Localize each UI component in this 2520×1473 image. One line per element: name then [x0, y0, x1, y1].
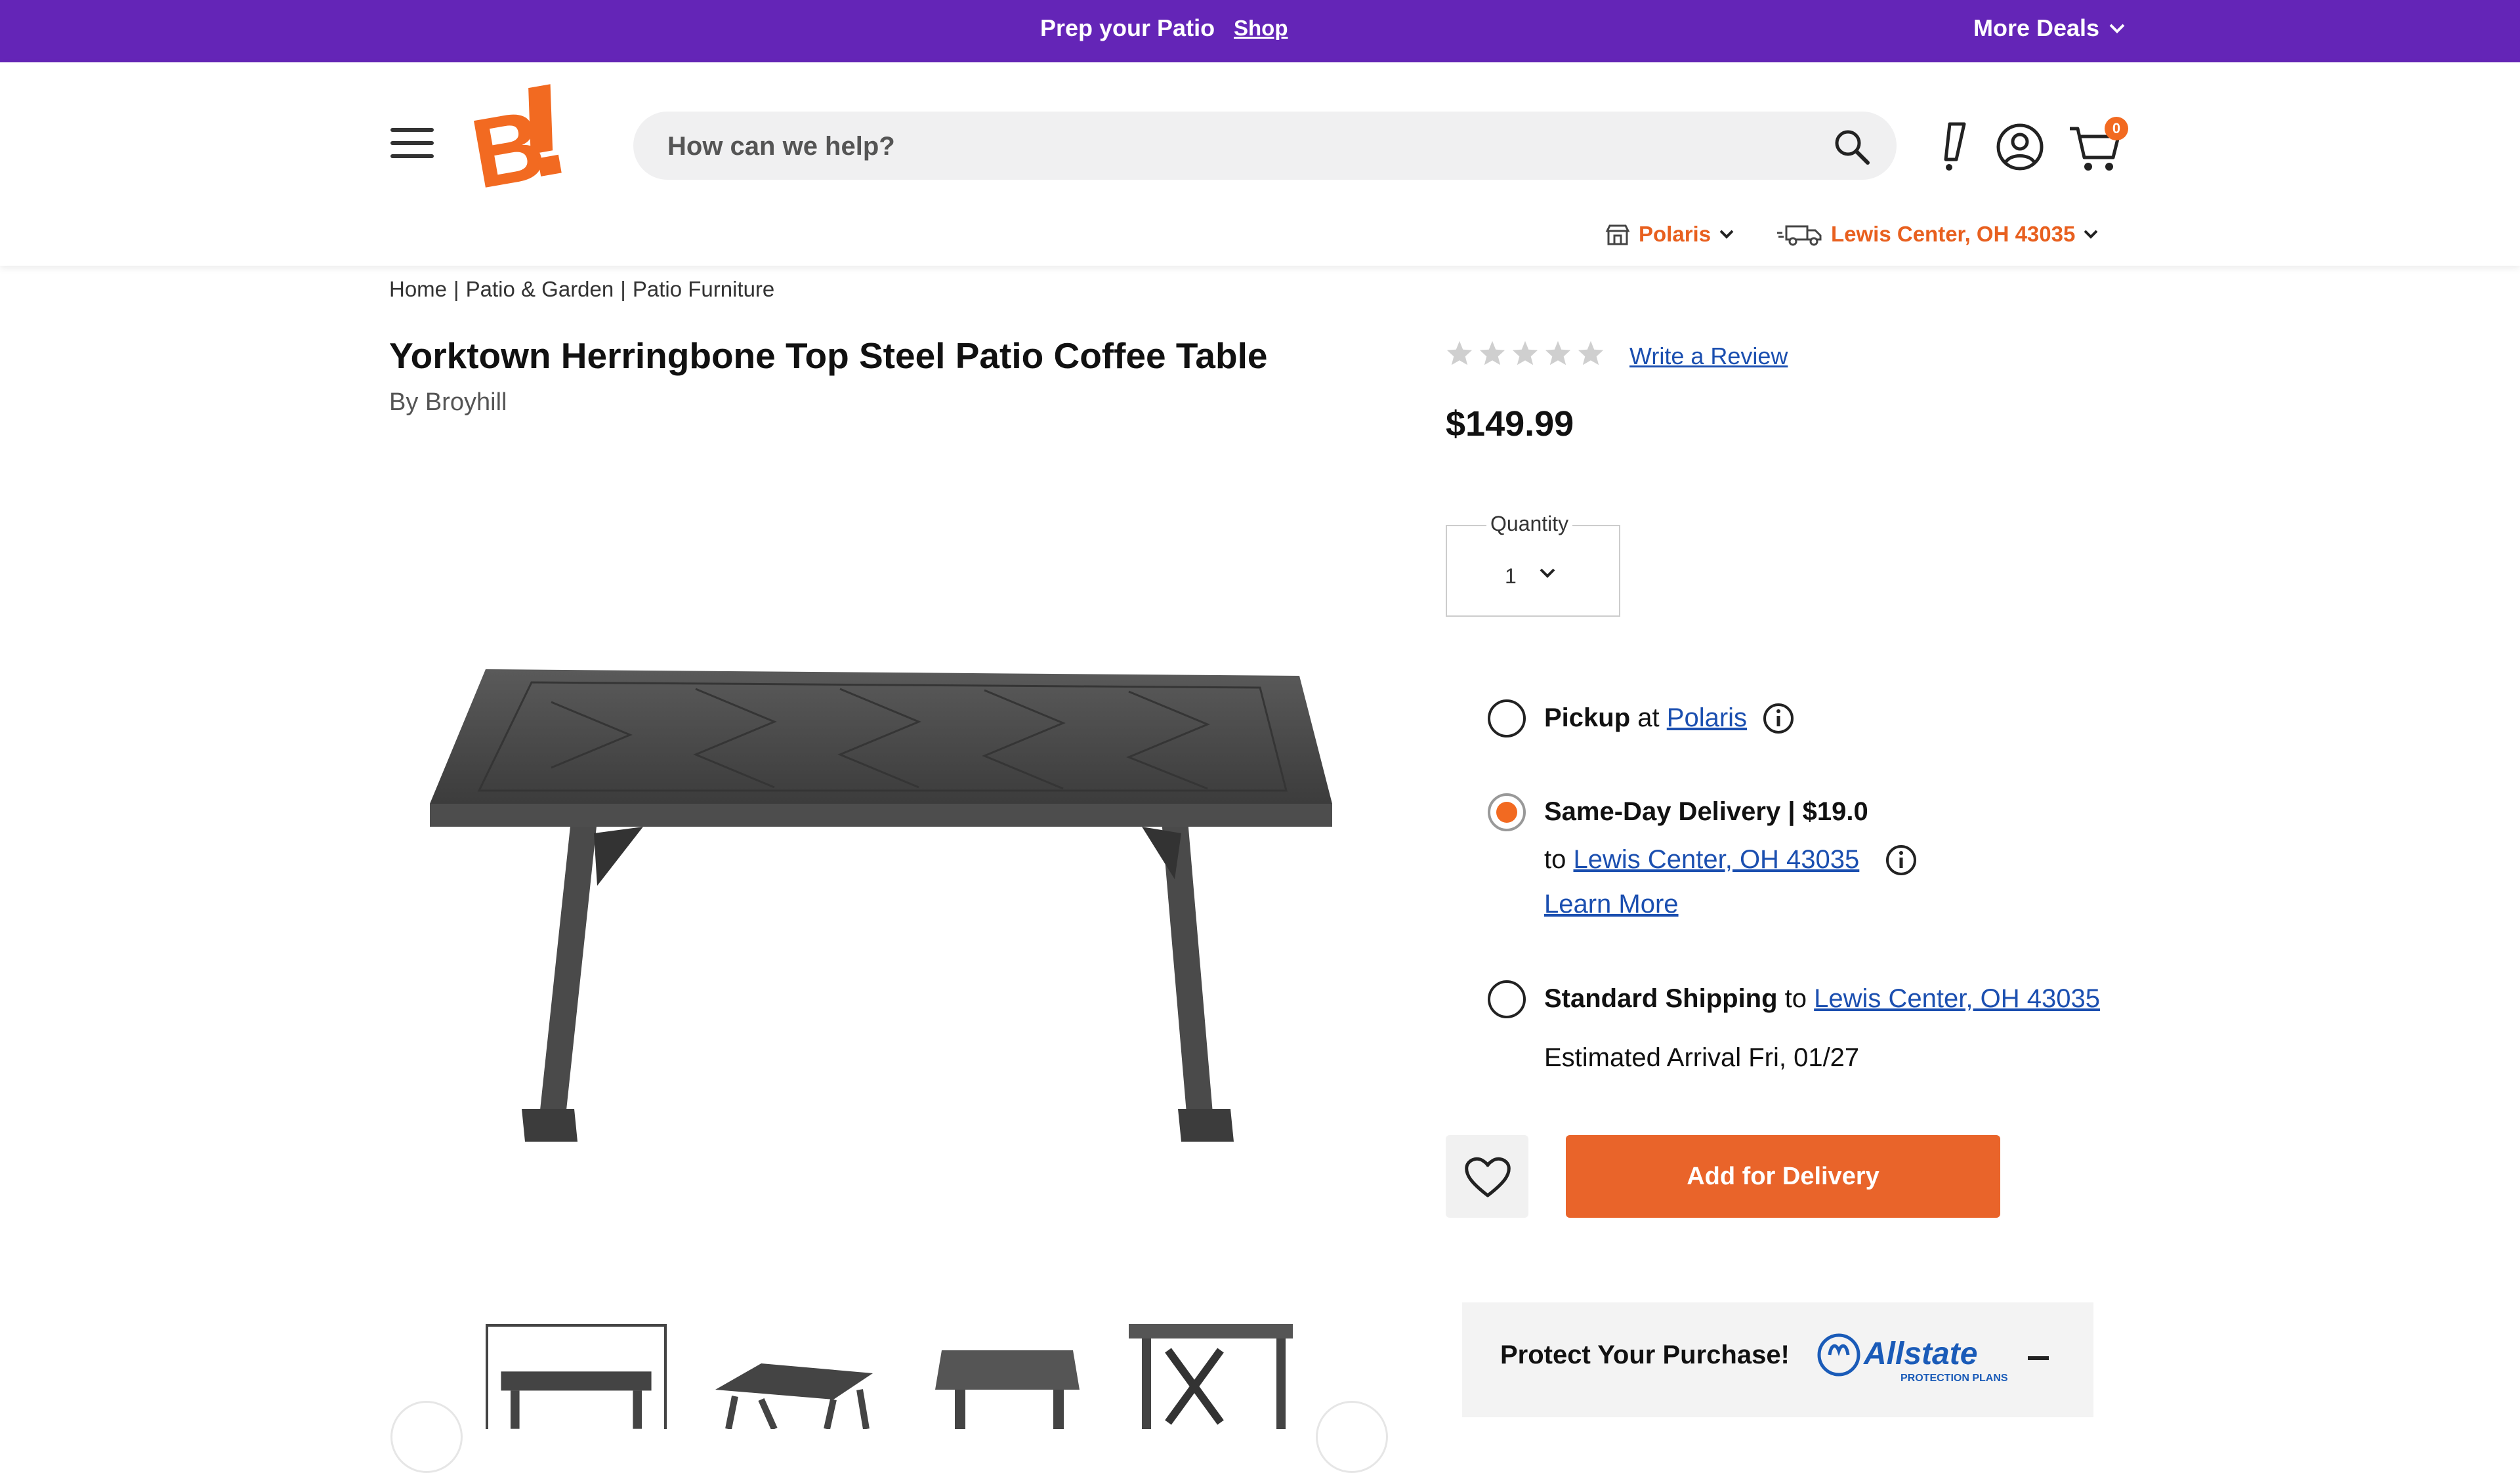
alert-icon[interactable]	[1939, 121, 1968, 174]
delivery-location-selector[interactable]: Lewis Center, OH 43035	[1776, 222, 2099, 247]
write-review-link[interactable]: Write a Review	[1629, 342, 1788, 370]
quantity-label: Quantity	[1486, 512, 1573, 536]
standard-shipping-label: Standard Shipping	[1544, 984, 1778, 1013]
protection-plan-panel: Protect Your Purchase! Allstate PROTECTI…	[1462, 1302, 2093, 1417]
add-for-delivery-button[interactable]: Add for Delivery	[1566, 1135, 2000, 1218]
product-brand: By Broyhill	[389, 388, 507, 416]
store-icon	[1605, 224, 1630, 245]
promo-shop-link[interactable]: Shop	[1234, 16, 1288, 41]
same-day-location-text: to Lewis Center, OH 43035	[1544, 845, 1859, 875]
delivery-location: Lewis Center, OH 43035	[1831, 222, 2076, 246]
carousel-prev-button[interactable]	[390, 1401, 463, 1473]
same-day-delivery-radio[interactable]	[1488, 793, 1526, 831]
brand-logo[interactable]: B	[466, 84, 571, 196]
pickup-option-text: Pickup at Polaris	[1544, 703, 1747, 733]
pickup-store-link[interactable]: Polaris	[1667, 703, 1747, 732]
product-image[interactable]	[420, 650, 1339, 1168]
breadcrumb-patio-garden[interactable]: Patio & Garden	[466, 277, 614, 302]
product-price: $149.99	[1446, 404, 1574, 444]
same-day-location-link[interactable]: Lewis Center, OH 43035	[1573, 845, 1859, 874]
chevron-down-icon	[2084, 230, 2098, 239]
thumbnail-1[interactable]	[486, 1324, 667, 1429]
chevron-down-icon	[2109, 24, 2125, 33]
same-day-label-wrap: Same-Day Delivery | $19.0	[1544, 797, 1868, 827]
more-deals-menu[interactable]: More Deals	[1973, 14, 2126, 42]
breadcrumb-separator: |	[453, 277, 459, 301]
allstate-brand-text: Allstate	[1863, 1337, 1977, 1371]
heart-icon	[1465, 1157, 1511, 1197]
standard-shipping-text: Standard Shipping to Lewis Center, OH 43…	[1544, 984, 2100, 1014]
more-deals-label: More Deals	[1973, 14, 2100, 41]
search-bar	[633, 112, 1897, 181]
info-icon[interactable]	[1885, 844, 1918, 877]
thumbnail-4[interactable]	[1129, 1324, 1310, 1429]
breadcrumb: Home | Patio & Garden | Patio Furniture	[389, 277, 774, 302]
menu-icon[interactable]	[390, 128, 434, 158]
star-icon	[1446, 341, 1473, 365]
star-icon	[1479, 341, 1505, 365]
chevron-down-icon	[1540, 568, 1555, 578]
star-icon	[1578, 341, 1604, 365]
protection-plan-label: Protect Your Purchase!	[1500, 1340, 1790, 1369]
breadcrumb-home[interactable]: Home	[389, 277, 447, 302]
allstate-logo: Allstate PROTECTION PLANS	[1816, 1329, 2013, 1391]
store-selector[interactable]: Polaris	[1605, 222, 1734, 247]
breadcrumb-separator: |	[620, 277, 626, 301]
quantity-value: 1	[1505, 564, 1517, 588]
cart-count-badge: 0	[2105, 117, 2128, 140]
standard-to-text: to	[1784, 984, 1807, 1013]
same-day-to-text: to	[1544, 845, 1566, 874]
search-icon[interactable]	[1832, 127, 1870, 165]
standard-shipping-radio[interactable]	[1488, 980, 1526, 1018]
star-icon	[1545, 341, 1571, 365]
truck-icon	[1777, 225, 1822, 246]
same-day-label: Same-Day Delivery | $19.0	[1544, 797, 1868, 826]
carousel-next-button[interactable]	[1316, 1401, 1388, 1473]
thumbnail-2[interactable]	[702, 1324, 883, 1429]
star-icon	[1512, 341, 1538, 365]
pickup-label: Pickup	[1544, 703, 1631, 732]
quantity-select[interactable]: Quantity 1	[1446, 512, 1620, 617]
collapse-icon[interactable]	[2028, 1356, 2049, 1360]
chevron-down-icon	[1719, 230, 1734, 239]
standard-location-link[interactable]: Lewis Center, OH 43035	[1814, 984, 2100, 1013]
search-input[interactable]	[666, 112, 1784, 181]
pickup-radio[interactable]	[1488, 699, 1526, 737]
promo-text: Prep your Patio	[1040, 14, 1215, 41]
rating-stars	[1446, 340, 1605, 366]
account-icon[interactable]	[1995, 122, 2045, 172]
breadcrumb-patio-furniture[interactable]: Patio Furniture	[633, 277, 774, 302]
info-icon[interactable]	[1762, 702, 1795, 735]
pickup-at-text: at	[1637, 703, 1660, 732]
promo-bar: Prep your Patio Shop More Deals	[0, 0, 2520, 62]
allstate-sub-text: PROTECTION PLANS	[1900, 1373, 2008, 1384]
product-title: Yorktown Herringbone Top Steel Patio Cof…	[389, 335, 1268, 376]
learn-more-link[interactable]: Learn More	[1544, 890, 1679, 919]
thumbnail-3[interactable]	[922, 1324, 1103, 1429]
estimated-arrival: Estimated Arrival Fri, 01/27	[1544, 1043, 1860, 1072]
store-name: Polaris	[1639, 222, 1712, 246]
add-to-favorites-button[interactable]	[1446, 1135, 1528, 1218]
